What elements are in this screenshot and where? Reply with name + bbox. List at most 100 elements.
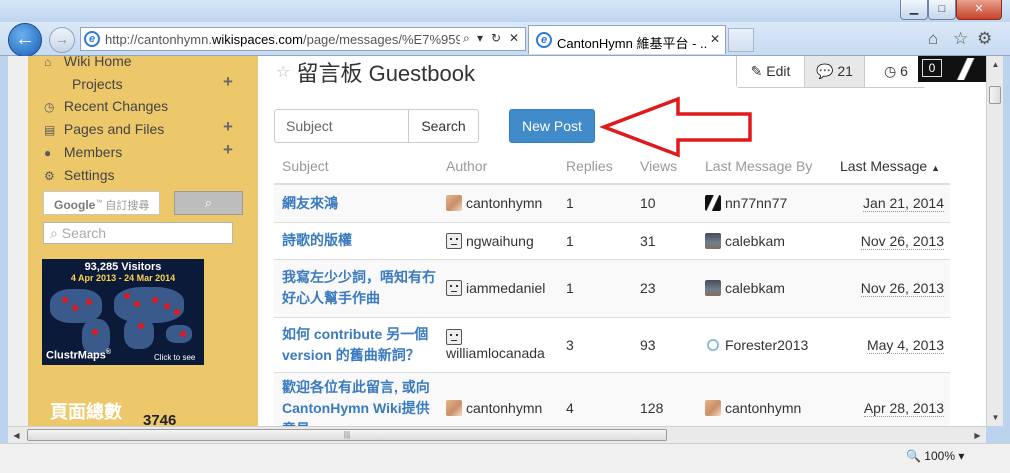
new-tab-button[interactable] — [728, 28, 754, 52]
back-button[interactable]: ← — [8, 23, 42, 57]
sidebar-item-settings[interactable]: ⚙ Settings — [44, 167, 114, 183]
click-to-see-label: Click to see — [154, 353, 196, 362]
table-row: 網友來鴻 cantonhymn 1 10 nn77nn77 Jan 21, 20… — [274, 184, 950, 223]
notification-count: 0 — [922, 59, 942, 77]
notification-overlay[interactable]: 0 — [918, 56, 986, 82]
edit-button[interactable]: ✎ Edit — [737, 56, 805, 87]
message-last-date[interactable]: Apr 28, 2013 — [832, 372, 950, 426]
last-date-text: Apr 28, 2013 — [863, 400, 944, 417]
message-author[interactable]: williamlocanada — [438, 317, 558, 373]
favorites-star-icon[interactable]: ☆ — [953, 29, 968, 49]
address-bar[interactable]: e http://cantonhymn.wikispaces.com/page/… — [80, 27, 526, 51]
last-date-text: Jan 21, 2014 — [863, 195, 944, 213]
avatar — [956, 58, 976, 80]
column-header-subject[interactable]: Subject — [274, 148, 438, 185]
page-count-label: 頁面總數 — [50, 402, 122, 423]
add-page-icon[interactable]: + — [223, 117, 233, 137]
message-last-by[interactable]: calebkam — [697, 259, 832, 318]
add-member-icon[interactable]: + — [223, 140, 233, 160]
column-header-author[interactable]: Author — [438, 148, 558, 185]
message-subject-link[interactable]: 我寫左少少詞，唔知有冇好心人幫手作曲 — [274, 259, 438, 318]
comments-count: 21 — [837, 63, 853, 79]
scroll-up-icon[interactable]: ▲ — [987, 56, 1004, 73]
message-last-date[interactable]: Jan 21, 2014 — [832, 184, 950, 223]
message-last-date[interactable]: May 4, 2013 — [832, 317, 950, 373]
sidebar-search-placeholder: Search — [61, 225, 107, 241]
message-subject-link[interactable]: 如何 contribute 另一個 version 的舊曲新詞？ — [274, 317, 438, 373]
vertical-scroll-thumb[interactable] — [989, 86, 1001, 104]
google-search-button[interactable]: ⌕ — [174, 191, 243, 215]
column-header-label: Last Message — [840, 157, 928, 174]
star-icon[interactable]: ☆ — [276, 64, 290, 81]
user-icon: ● — [44, 146, 52, 160]
message-last-date[interactable]: Nov 26, 2013 — [832, 222, 950, 260]
message-subject-link[interactable]: 詩歌的版權 — [274, 222, 438, 260]
browser-tab[interactable]: e CantonHymn 維基平台 - ... ✕ — [528, 25, 726, 54]
message-last-date[interactable]: Nov 26, 2013 — [832, 259, 950, 318]
maximize-button[interactable]: □ — [928, 0, 956, 20]
column-header-last-message[interactable]: Last Message ▲ — [832, 148, 950, 185]
sidebar-item-wiki-home[interactable]: ⌂ Wiki Home — [44, 56, 132, 69]
message-last-by[interactable]: nn77nn77 — [697, 184, 832, 223]
home-icon[interactable]: ⌂ — [928, 29, 938, 49]
message-replies: 3 — [558, 317, 632, 373]
message-author[interactable]: cantonhymn — [438, 184, 558, 223]
google-custom-search-input[interactable]: Google™ 自訂搜尋 — [43, 191, 160, 215]
file-icon: ▤ — [44, 123, 56, 137]
scroll-right-icon[interactable]: ▶ — [969, 427, 986, 444]
scroll-left-icon[interactable]: ◀ — [8, 427, 25, 444]
close-window-button[interactable]: ✕ — [956, 0, 1002, 20]
clustrmaps-widget[interactable]: 93,285 Visitors 4 Apr 2013 - 24 Mar 2014… — [42, 259, 204, 365]
sidebar-item-recent-changes[interactable]: ◷ Recent Changes — [44, 98, 168, 114]
refresh-icon[interactable]: ↻ — [491, 31, 501, 45]
avatar — [446, 328, 462, 345]
address-url[interactable]: http://cantonhymn.wikispaces.com/page/me… — [105, 32, 460, 47]
message-last-by[interactable]: Forester2013 — [697, 317, 832, 373]
zoom-control[interactable]: 🔍 100% ▾ — [906, 449, 964, 463]
address-dropdown-icon[interactable]: ▾ — [477, 31, 483, 45]
author-name: cantonhymn — [466, 400, 543, 416]
sidebar-item-members[interactable]: ● Members — [44, 144, 122, 160]
sidebar-item-projects[interactable]: Projects — [72, 76, 123, 92]
vertical-scrollbar[interactable]: ▲ ▼ — [986, 56, 1003, 426]
message-author[interactable]: cantonhymn — [438, 372, 558, 426]
table-row: 如何 contribute 另一個 version 的舊曲新詞？ william… — [274, 317, 950, 373]
page-actions: ✎ Edit 💬 21 ◷ 6 — [736, 56, 927, 88]
message-subject-link[interactable]: 網友來鴻 — [274, 184, 438, 223]
message-author[interactable]: ngwaihung — [438, 222, 558, 260]
subject-search-input[interactable]: Subject — [274, 109, 409, 143]
message-replies: 1 — [558, 222, 632, 260]
map-dot — [86, 299, 92, 305]
horizontal-scroll-thumb[interactable]: ||| — [27, 429, 667, 441]
tools-gear-icon[interactable]: ⚙ — [977, 29, 992, 49]
map-dot — [174, 309, 180, 315]
search-button[interactable]: Search — [408, 109, 479, 143]
message-views: 93 — [632, 317, 697, 373]
pencil-icon: ✎ — [750, 63, 763, 79]
forward-button[interactable]: → — [49, 27, 75, 53]
tab-close-icon[interactable]: ✕ — [710, 32, 720, 46]
sidebar-item-label: Settings — [63, 167, 115, 183]
new-post-button[interactable]: New Post — [509, 109, 595, 143]
last-date-text: Nov 26, 2013 — [860, 280, 944, 297]
comments-button[interactable]: 💬 21 — [805, 56, 865, 87]
message-subject-link[interactable]: 歡迎各位有此留言, 或向CantonHymn Wiki提供意見 — [274, 372, 438, 426]
sidebar-search-input[interactable]: ⌕ Search — [43, 222, 233, 244]
message-last-by[interactable]: cantonhymn — [697, 372, 832, 426]
sidebar-item-pages-and-files[interactable]: ▤ Pages and Files — [44, 121, 164, 137]
add-project-icon[interactable]: + — [223, 72, 233, 92]
search-icon[interactable]: ⌕ — [463, 31, 470, 46]
message-author[interactable]: iammedaniel — [438, 259, 558, 318]
scroll-down-icon[interactable]: ▼ — [987, 409, 1004, 426]
minimize-button[interactable]: ▁ — [900, 0, 928, 20]
last-date-text: May 4, 2013 — [866, 336, 944, 354]
table-row: 詩歌的版權 ngwaihung 1 31 calebkam Nov 26, 20… — [274, 222, 950, 260]
tab-ie-icon: e — [536, 32, 552, 48]
stop-icon[interactable]: ✕ — [509, 31, 519, 45]
horizontal-scrollbar[interactable]: ◀ ||| ▶ — [8, 426, 986, 443]
message-replies: 1 — [558, 184, 632, 223]
message-last-by[interactable]: calebkam — [697, 222, 832, 260]
avatar — [446, 280, 462, 296]
map-dot — [62, 297, 68, 303]
last-by-name: calebkam — [725, 232, 785, 249]
